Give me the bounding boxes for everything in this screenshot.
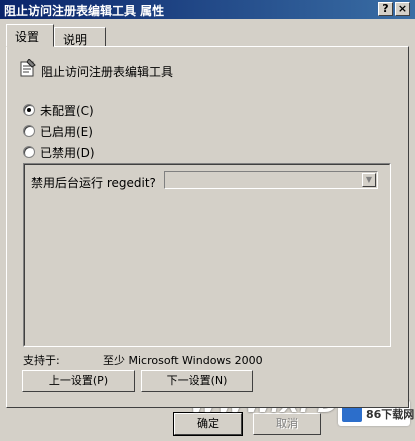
tab-settings-label: 设置 <box>15 30 40 44</box>
radio-enabled-label: 已启用(E) <box>40 125 93 139</box>
radio-disabled-label: 已禁用(D) <box>40 146 95 160</box>
tab-explain[interactable]: 说明 <box>54 27 106 47</box>
supported-on: 支持于: 至少 Microsoft Windows 2000 <box>23 352 263 368</box>
close-button[interactable]: × <box>395 2 410 16</box>
help-button[interactable]: ? <box>378 2 393 16</box>
radio-disabled[interactable]: 已禁用(D) <box>23 144 95 161</box>
supported-label: 支持于: <box>23 354 60 367</box>
policy-name: 阻止访问注册表编辑工具 <box>41 65 174 79</box>
window-title: 阻止访问注册表编辑工具 属性 <box>4 4 165 18</box>
radio-not-configured-label: 未配置(C) <box>40 104 94 118</box>
option-regedit-label: 禁用后台运行 regedit? <box>31 176 156 190</box>
settings-panel: 阻止访问注册表编辑工具 未配置(C) 已启用(E) 已禁用(D) 禁用后台运行 … <box>6 46 409 408</box>
radio-enabled[interactable]: 已启用(E) <box>23 123 93 140</box>
regedit-combo[interactable]: ▼ <box>164 171 378 189</box>
radio-disabled-button[interactable] <box>23 146 35 158</box>
chevron-down-icon[interactable]: ▼ <box>362 173 376 187</box>
title-bar: 阻止访问注册表编辑工具 属性 ? × <box>0 0 415 19</box>
tab-explain-label: 说明 <box>63 33 88 47</box>
options-box: 禁用后台运行 regedit? ▼ <box>23 163 391 347</box>
radio-enabled-button[interactable] <box>23 125 35 137</box>
radio-not-configured-button[interactable] <box>23 104 35 116</box>
prev-setting-button[interactable]: 上一设置(P) <box>22 370 135 392</box>
next-setting-button[interactable]: 下一设置(N) <box>141 370 253 392</box>
radio-not-configured[interactable]: 未配置(C) <box>23 102 94 119</box>
supported-value: 至少 Microsoft Windows 2000 <box>103 354 263 367</box>
options-inner: 禁用后台运行 regedit? ▼ <box>24 164 390 346</box>
tab-settings[interactable]: 设置 <box>6 24 54 47</box>
policy-icon <box>20 59 36 77</box>
watermark-badge-text: 86下载网 <box>366 408 415 421</box>
